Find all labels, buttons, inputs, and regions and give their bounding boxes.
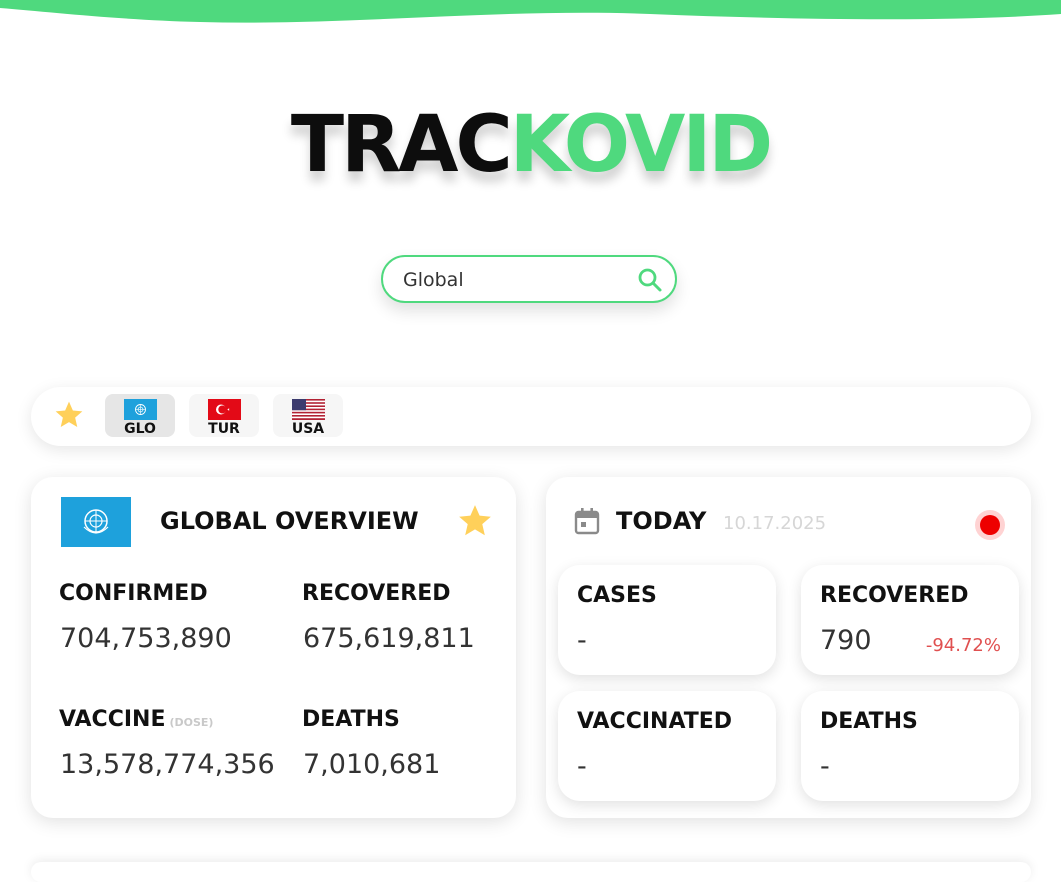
logo-part-kovid: KOVID: [509, 100, 773, 190]
recovered-label: RECOVERED: [302, 581, 451, 606]
vaccine-dose-sub: (DOSE): [169, 716, 214, 729]
today-card: TODAY 10.17.2025 CASES - RECOVERED 790 -…: [546, 477, 1031, 818]
search-input[interactable]: [403, 267, 623, 293]
app-logo: TRACKOVID: [0, 100, 1061, 190]
favorite-code: TUR: [208, 421, 240, 437]
today-date: 10.17.2025: [723, 513, 827, 534]
un-flag-icon: [61, 497, 131, 547]
turkey-flag-icon: [208, 399, 241, 420]
favorite-star-icon[interactable]: [456, 502, 494, 540]
today-recovered-change: -94.72%: [925, 635, 1001, 656]
favorite-chip-tur[interactable]: TUR: [189, 394, 259, 437]
today-deaths-value: -: [820, 751, 830, 782]
confirmed-label: CONFIRMED: [59, 581, 208, 606]
overview-title: GLOBAL OVERVIEW: [160, 507, 419, 535]
today-deaths-label: DEATHS: [820, 709, 918, 734]
today-recovered-tile: RECOVERED 790 -94.72%: [801, 565, 1019, 675]
logo-part-trac: TRAC: [290, 100, 513, 190]
vaccine-value: 13,578,774,356: [60, 749, 275, 780]
today-vaccinated-value: -: [577, 751, 587, 782]
vaccine-label: VACCINE (DOSE): [59, 707, 213, 732]
favorite-code: GLO: [124, 421, 156, 437]
today-vaccinated-label: VACCINATED: [577, 709, 733, 734]
favorite-chip-usa[interactable]: USA: [273, 394, 343, 437]
live-indicator: [975, 510, 1005, 540]
today-title: TODAY: [616, 507, 707, 535]
confirmed-value: 704,753,890: [60, 623, 232, 654]
vaccine-label-text: VACCINE: [59, 707, 166, 732]
search-icon[interactable]: [637, 267, 663, 293]
today-vaccinated-tile: VACCINATED -: [558, 691, 776, 801]
global-overview-card: GLOBAL OVERVIEW CONFIRMED 704,753,890 RE…: [31, 477, 516, 818]
calendar-icon: [574, 508, 600, 535]
recovered-value: 675,619,811: [303, 623, 475, 654]
today-deaths-tile: DEATHS -: [801, 691, 1019, 801]
deaths-value: 7,010,681: [303, 749, 441, 780]
search-box[interactable]: [381, 255, 677, 303]
deaths-label: DEATHS: [302, 707, 400, 732]
today-recovered-label: RECOVERED: [820, 583, 969, 608]
favorite-chip-glo[interactable]: GLO: [105, 394, 175, 437]
header-wave: [0, 0, 1061, 23]
favorites-bar: GLO TUR USA: [31, 387, 1031, 446]
usa-flag-icon: [292, 399, 325, 420]
favorite-code: USA: [291, 421, 325, 437]
today-cases-label: CASES: [577, 583, 657, 608]
today-recovered-value: 790: [820, 625, 872, 656]
today-cases-value: -: [577, 625, 587, 656]
un-flag-icon: [124, 399, 157, 420]
today-cases-tile: CASES -: [558, 565, 776, 675]
star-icon: [55, 401, 83, 427]
next-section-card: [31, 862, 1031, 882]
